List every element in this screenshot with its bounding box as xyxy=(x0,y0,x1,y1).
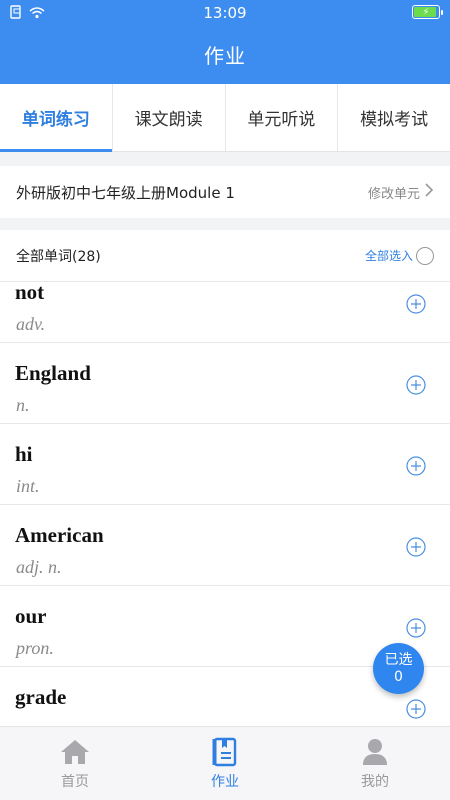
unit-row: 外研版初中七年级上册Module 1 修改单元 xyxy=(0,166,450,218)
nav-homework-label: 作业 xyxy=(211,773,239,790)
words-count: 全部单词(28) xyxy=(16,248,101,265)
word-text: hi xyxy=(15,442,33,466)
nav-profile-label: 我的 xyxy=(361,773,389,790)
tab-text-reading[interactable]: 课文朗读 xyxy=(113,84,226,151)
add-circle-icon[interactable] xyxy=(406,537,426,557)
word-text: England xyxy=(15,361,91,385)
selected-count-button[interactable]: 已选 0 xyxy=(373,643,424,694)
add-circle-icon[interactable] xyxy=(406,456,426,476)
word-pos: n. xyxy=(16,719,30,726)
list-item: England n. xyxy=(0,343,450,424)
status-time: 13:09 xyxy=(203,4,247,22)
list-item: American adj. n. xyxy=(0,505,450,586)
word-pos: n. xyxy=(16,395,30,415)
unit-title: 外研版初中七年级上册Module 1 xyxy=(16,183,235,202)
nav-homework[interactable]: 作业 xyxy=(150,727,300,800)
add-circle-icon[interactable] xyxy=(406,294,426,314)
add-circle-icon[interactable] xyxy=(406,699,426,719)
homework-icon xyxy=(210,737,240,767)
select-all-label: 全部选入 xyxy=(364,249,413,263)
selected-count: 0 xyxy=(394,668,403,685)
word-pos: pron. xyxy=(16,638,54,658)
battery-icon: ⚡ xyxy=(412,5,443,19)
list-item: hi int. xyxy=(0,424,450,505)
nav-home[interactable]: 首页 xyxy=(0,727,150,800)
word-text: our xyxy=(15,604,47,628)
chevron-right-icon xyxy=(424,182,434,202)
tab-word-practice[interactable]: 单词练习 xyxy=(0,84,113,152)
nav-home-label: 首页 xyxy=(61,773,89,790)
tab-bar: 单词练习 课文朗读 单元听说 模拟考试 xyxy=(0,84,450,152)
selected-label: 已选 xyxy=(384,651,413,668)
home-icon xyxy=(60,737,90,767)
profile-icon xyxy=(360,737,390,767)
word-pos: adj. n. xyxy=(16,557,62,577)
bottom-nav: 首页 作业 我的 xyxy=(0,726,450,800)
word-pos: adv. xyxy=(16,314,46,334)
page-title: 作业 xyxy=(204,44,246,68)
word-pos: int. xyxy=(16,476,40,496)
select-all-radio[interactable] xyxy=(416,246,434,265)
add-circle-icon[interactable] xyxy=(406,375,426,395)
list-item: not adv. xyxy=(0,282,450,343)
word-text: American xyxy=(15,523,104,547)
select-all-button[interactable]: 全部选入 xyxy=(364,246,434,265)
word-text: not xyxy=(15,282,45,304)
change-unit-button[interactable]: 修改单元 xyxy=(368,182,434,202)
tab-unit-listening-speaking[interactable]: 单元听说 xyxy=(226,84,339,151)
add-circle-icon[interactable] xyxy=(406,618,426,638)
tab-mock-exam[interactable]: 模拟考试 xyxy=(338,84,450,151)
nav-profile[interactable]: 我的 xyxy=(300,727,450,800)
words-header: 全部单词(28) 全部选入 xyxy=(0,230,450,282)
change-unit-label: 修改单元 xyxy=(367,186,420,202)
word-text: grade xyxy=(15,685,67,709)
status-bar: 13:09 ⚡ xyxy=(0,0,450,24)
app-bar: 13:09 ⚡ 作业 xyxy=(0,0,450,84)
